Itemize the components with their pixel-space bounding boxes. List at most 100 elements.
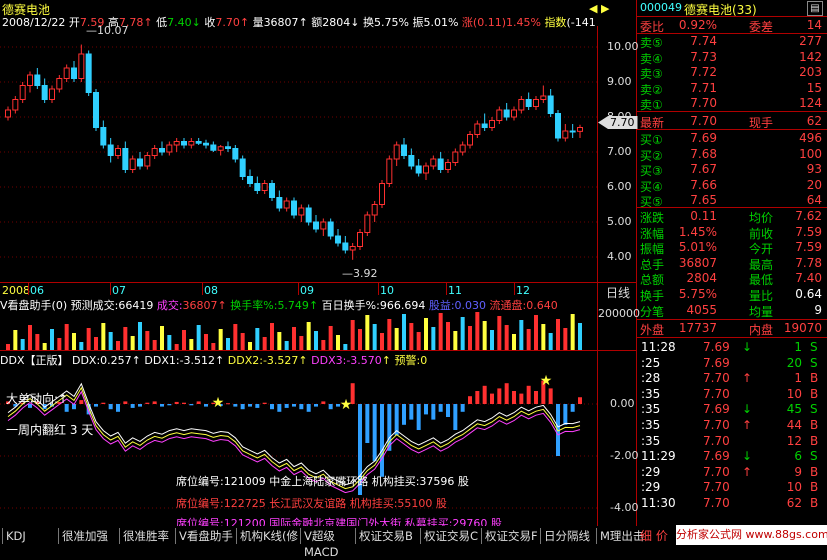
book-price: 7.74 [690,34,717,48]
candle [291,197,297,219]
book-volume: 124 [799,96,822,110]
ddx-bar [130,404,135,408]
stat-row: 涨幅 1.45% 前收 7.59 [637,225,826,241]
tick-arrow: ↓ [742,449,753,464]
tick-row: 11:29 7.69 ↓ 6 S [637,449,826,464]
month-tick [446,283,447,295]
candle [217,145,224,156]
latest-price-row: 最新 7.70 现手 62 [640,114,822,130]
volume-bar [72,333,76,350]
indicator-tab[interactable]: 权证交易C [420,528,481,544]
ddx-bar [284,404,289,408]
tick-volume: 1 [794,371,802,386]
candle [511,106,517,121]
candle [320,218,327,236]
tick-time: :35 [641,433,661,448]
stat-label-1: 总手 [640,257,665,272]
detail-price-tab[interactable]: 细 价 [640,527,668,544]
candle [393,141,400,166]
stock-code: 000049 [640,1,682,14]
indicator-tab[interactable]: 很准胜率 [119,528,175,544]
stat-value-1: 2804 [686,271,717,286]
ddx-bar [262,402,267,404]
book-price: 7.68 [690,146,717,161]
tick-volume: 62 [786,496,802,510]
book-price: 7.71 [690,80,717,95]
ddx-bar [512,391,516,404]
volume-bar [145,331,150,350]
volume-bar [20,339,25,350]
volume-bars[interactable] [0,310,597,350]
ddx-bar [277,404,282,412]
volume-bar [57,338,62,350]
ddx-bar [108,404,113,410]
ddx-bar [424,404,428,415]
indicator-tab[interactable]: 机构K线(修 [236,528,300,544]
volume-bar [28,325,32,350]
tick-list[interactable]: 11:28 7.69 ↓ 1 S:25 7.69 20 S:28 7.70 ↑ 1 B:35 7.70 1… [637,340,827,520]
stat-label-1: 振幅 [640,242,665,257]
candle [261,180,268,194]
ddx-bar [402,404,406,425]
indicator-tab[interactable]: V超级MACD [300,528,355,559]
volume-bar [541,324,546,350]
volume-bar [182,330,186,350]
ddx-bar [240,404,245,410]
volume-bar [270,323,274,350]
stat-row: 振幅 5.01% 今开 7.59 [637,240,826,257]
candle [63,64,70,82]
indicator-tab[interactable]: 权证交易F [481,528,540,544]
ddx-bar [152,401,157,404]
indicator-tab[interactable]: 很准加强 [58,528,119,544]
candle [518,96,525,114]
ddx-bar [416,404,421,430]
volume-bar [424,318,428,350]
indicator-tab[interactable]: V看盘助手 [175,528,236,544]
volume-bar [468,326,472,350]
ddx-bar [497,388,502,404]
tick-volume: 6 [794,449,802,464]
indicator-tab[interactable]: 日分隔线 [540,528,596,544]
candle [173,138,180,152]
candle [430,155,437,170]
month-label: 07 [112,284,126,297]
candle [401,138,407,159]
candle [562,124,569,142]
candle [437,152,444,173]
candle [12,96,19,114]
current-price-tag: 7.70 [598,116,638,129]
indicator-tab[interactable]: KDJ [2,528,58,544]
month-label: 11 [448,284,462,297]
panel-toggle-icon[interactable]: ▤ [807,1,823,16]
book-volume: 277 [799,34,822,48]
indicator-tab[interactable]: 权证交易B [355,528,420,544]
stat-row: 分笔 4055 均量 9 [637,303,826,319]
candlestick-chart[interactable] [0,26,597,271]
candle [49,85,55,103]
ddx-bar [365,404,370,443]
book-price: 7.72 [690,65,717,79]
book-price: 7.73 [690,49,717,64]
period-label[interactable]: 日线 [606,284,630,301]
candle [467,131,473,149]
stat-row: 总手 36807 最高 7.78 [637,255,826,272]
volume-bar [306,322,311,350]
scroll-arrows[interactable]: ◀ ▶ [589,2,609,15]
month-label: 2008 [2,284,30,297]
stat-row: 总额 2804 最低 7.40 [637,271,826,287]
seat-info-2: 席位编号:122725 长江武汉友谊路 机构挂买:55100 股 [176,497,447,510]
volume-bar [226,338,230,350]
ddx-bar [233,404,238,407]
candle [547,89,554,117]
volume-bar [248,342,252,350]
stat-value-2: 7.78 [795,255,822,270]
ddx-bar [490,393,494,404]
ddx-bar [570,404,575,412]
volume-bar [42,343,47,350]
candle [459,141,466,156]
tick-row: 11:28 7.69 ↓ 1 S [637,340,826,355]
volume-bar [138,322,142,350]
candle [349,243,356,260]
seat-info-1: 席位编号:121009 中金上海陆家嘴环路 机构挂买:37596 股 [176,475,469,488]
volume-bar [6,344,10,350]
